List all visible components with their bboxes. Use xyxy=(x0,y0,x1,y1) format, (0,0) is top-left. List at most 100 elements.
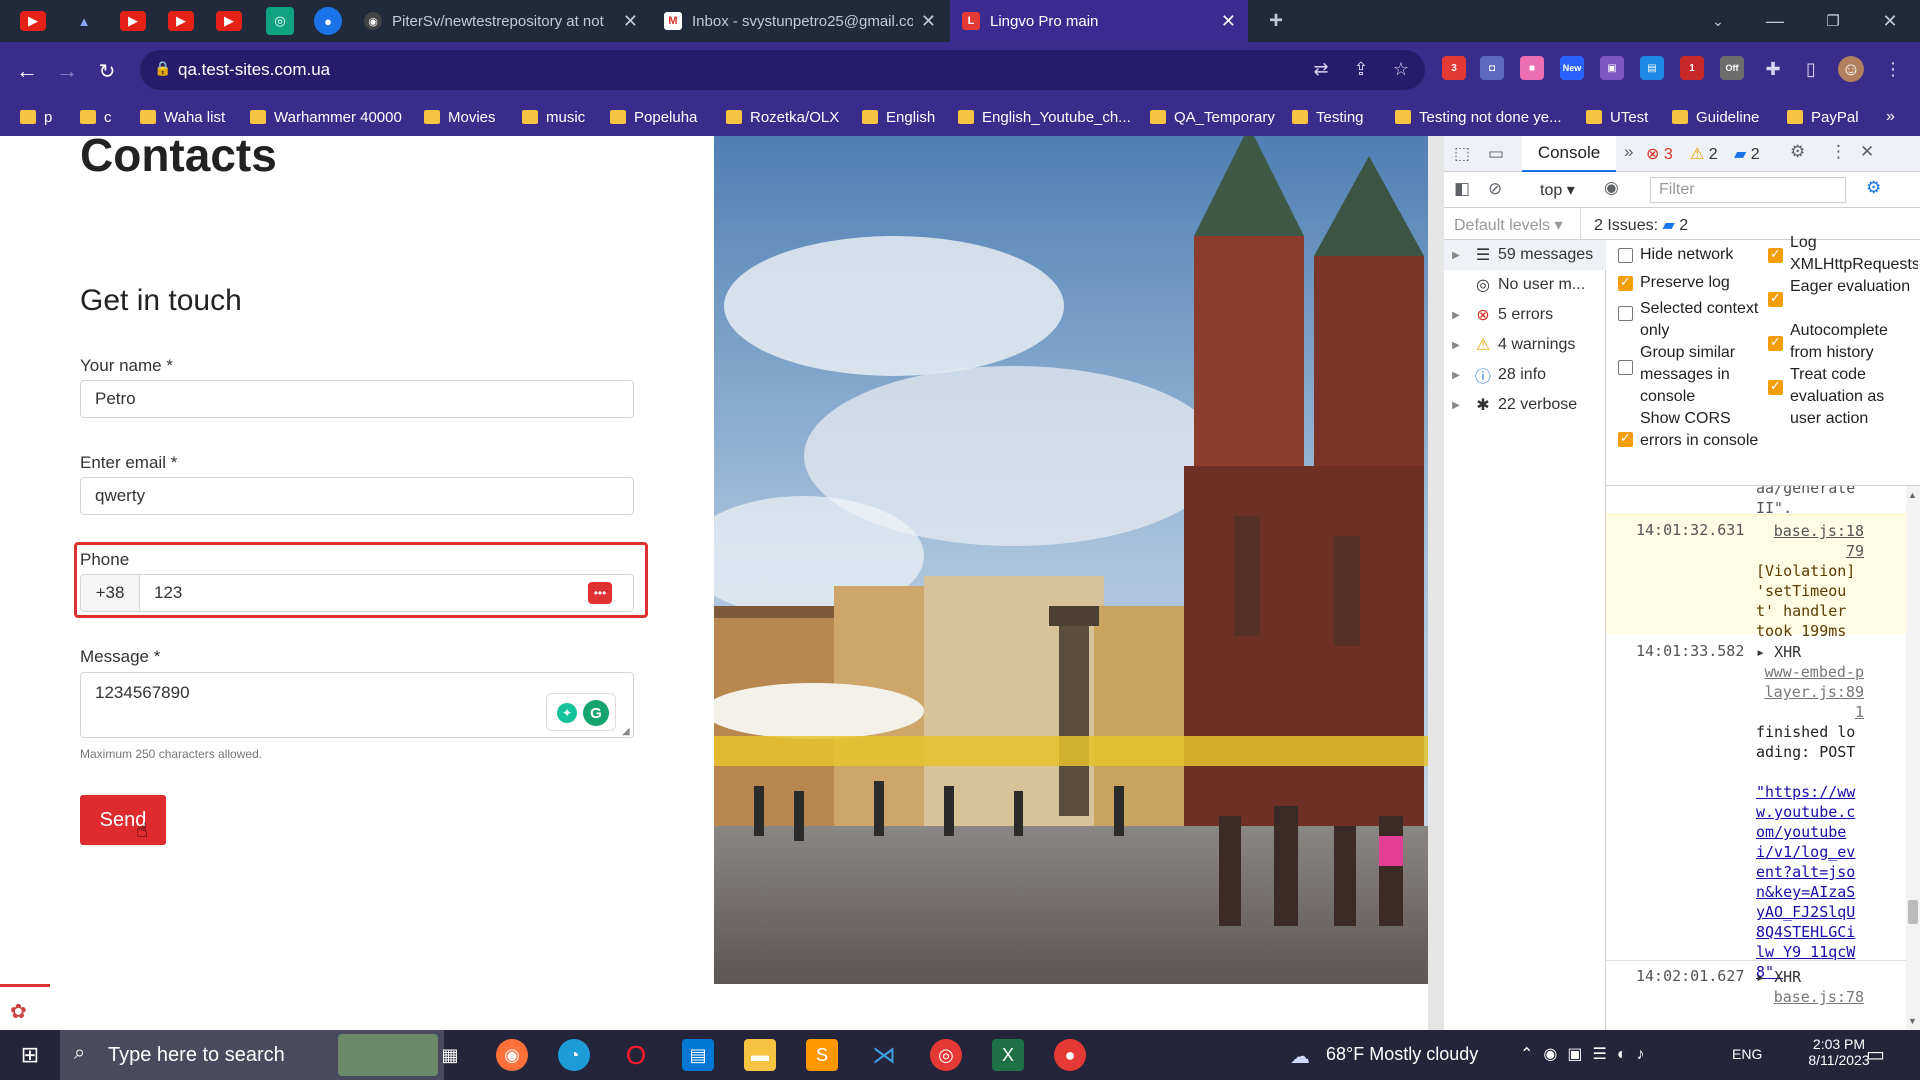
default-levels-dropdown[interactable]: Default levels ▾ xyxy=(1454,215,1563,235)
extension-new-icon[interactable]: New xyxy=(1560,56,1584,80)
widget-icon[interactable]: ✿ xyxy=(10,999,27,1024)
share-icon[interactable]: ⇪ xyxy=(1348,56,1374,82)
error-badge[interactable]: ⊗ 3 xyxy=(1646,144,1673,164)
sidebar-item-messages[interactable]: ▶ ☰ 59 messages xyxy=(1444,240,1606,270)
record-icon[interactable]: ● xyxy=(1054,1039,1086,1071)
eye-icon[interactable]: ◉ xyxy=(1604,178,1619,198)
extension-picture-icon[interactable]: ▣ xyxy=(1600,56,1624,80)
window-close-button[interactable]: ✕ xyxy=(1862,0,1918,42)
close-icon[interactable]: ✕ xyxy=(623,11,638,32)
taskbar-search[interactable]: ⌕ Type here to search xyxy=(60,1030,444,1080)
new-tab-button[interactable]: + xyxy=(1262,7,1290,35)
bookmark-folder[interactable]: p xyxy=(20,98,52,136)
filter-input[interactable]: Filter xyxy=(1650,177,1846,203)
windows-start-icon[interactable]: ⊞ xyxy=(14,1039,46,1071)
feedback-widget[interactable]: ✿ xyxy=(0,984,50,1030)
bookmark-folder[interactable]: English_Youtube_ch... xyxy=(958,98,1131,136)
email-input[interactable]: qwerty xyxy=(80,477,634,515)
sidebar-item-user-messages[interactable]: ◎ No user m... xyxy=(1444,270,1606,300)
console-scrollbar[interactable]: ▲ ▼ xyxy=(1906,486,1920,1030)
translate-icon[interactable]: ⇄ xyxy=(1308,56,1334,82)
bookmark-folder[interactable]: QA_Temporary xyxy=(1150,98,1275,136)
eager-eval-checkbox[interactable] xyxy=(1768,290,1783,307)
kebab-menu-icon[interactable]: ⋮ xyxy=(1830,142,1847,162)
extension-grid-icon[interactable]: 1 xyxy=(1680,56,1704,80)
log-tag[interactable]: ▸ XHR xyxy=(1756,642,1864,662)
weather-icon[interactable]: ☁ xyxy=(1290,1044,1310,1069)
bookmarks-overflow-icon[interactable]: » xyxy=(1886,98,1895,136)
firefox-icon[interactable]: ◉ xyxy=(496,1039,528,1071)
inspect-icon[interactable]: ⬚ xyxy=(1454,144,1470,164)
pinned-tab-a[interactable]: ▲ xyxy=(70,7,98,35)
omnibox[interactable]: 🔒 qa.test-sites.com.ua xyxy=(140,50,1425,90)
console-settings-icon[interactable]: ⚙ xyxy=(1866,178,1881,198)
notifications-icon[interactable]: ▭ xyxy=(1866,1042,1885,1067)
tab-github[interactable]: ◉ PiterSv/newtestrepository at not ✕ xyxy=(352,0,650,42)
lightbulb-icon[interactable]: ✦ xyxy=(557,703,577,723)
system-tray-icons[interactable]: ⌃◉▣☰◐♪ xyxy=(1520,1044,1655,1064)
task-view-icon[interactable]: ▦ xyxy=(434,1039,466,1071)
sidebar-item-verbose[interactable]: ▶ ✱ 22 verbose xyxy=(1444,390,1606,420)
close-icon[interactable]: ✕ xyxy=(921,11,936,32)
log-tag[interactable]: ▸ XHR xyxy=(1756,967,1864,987)
group-similar-checkbox[interactable] xyxy=(1618,360,1633,375)
sidepanel-icon[interactable]: ▯ xyxy=(1798,56,1824,82)
hide-network-checkbox[interactable] xyxy=(1618,248,1633,263)
bookmark-folder[interactable]: c xyxy=(80,98,112,136)
sublime-text-icon[interactable]: S xyxy=(806,1039,838,1071)
grammarly-widget[interactable]: ✦ G xyxy=(546,693,616,731)
bookmark-folder[interactable]: music xyxy=(522,98,585,136)
pinned-tab-circle[interactable]: ● xyxy=(314,7,342,35)
language-indicator[interactable]: ENG xyxy=(1732,1046,1762,1062)
menu-icon[interactable]: ⋮ xyxy=(1880,56,1906,82)
tab-gmail[interactable]: M Inbox - svystunpetro25@gmail.co ✕ xyxy=(652,0,948,42)
close-devtools-icon[interactable]: ✕ xyxy=(1860,142,1874,162)
forward-icon[interactable]: → xyxy=(52,56,82,86)
preserve-log-checkbox[interactable] xyxy=(1618,274,1633,291)
device-toolbar-icon[interactable]: ▭ xyxy=(1488,144,1504,164)
back-icon[interactable]: ← xyxy=(12,56,42,86)
bookmark-folder[interactable]: Popeluha xyxy=(610,98,697,136)
bookmark-folder[interactable]: Warhammer 40000 xyxy=(250,98,402,136)
scroll-up-icon[interactable]: ▲ xyxy=(1908,490,1917,500)
sidebar-toggle-icon[interactable]: ◧ xyxy=(1454,179,1470,199)
password-manager-icon[interactable]: ••• xyxy=(588,582,612,604)
sidebar-item-info[interactable]: ▶ ⓘ 28 info xyxy=(1444,360,1606,390)
issues-button[interactable]: 2 Issues: ▰ 2 xyxy=(1594,215,1688,235)
opera-icon[interactable]: O xyxy=(620,1039,652,1071)
grammarly-icon[interactable]: G xyxy=(583,700,609,726)
vscode-icon[interactable]: ⋊ xyxy=(868,1039,900,1071)
info-badge[interactable]: ▰ 2 xyxy=(1734,144,1760,164)
bookmark-folder[interactable]: PayPal xyxy=(1787,98,1859,136)
log-source-link[interactable]: base.js:78 xyxy=(1756,987,1864,1007)
treat-code-eval-checkbox[interactable] xyxy=(1768,378,1783,395)
log-url-link[interactable]: "https://www.youtube.com/youtubei/v1/log… xyxy=(1756,782,1864,982)
avatar[interactable]: ☺ xyxy=(1838,56,1864,82)
phone-input[interactable]: 123 xyxy=(139,574,634,612)
restore-button[interactable]: ❐ xyxy=(1805,0,1861,42)
extension-off-icon[interactable]: Off xyxy=(1720,56,1744,80)
send-button[interactable]: Send xyxy=(80,795,166,845)
bookmark-folder[interactable]: English xyxy=(862,98,935,136)
store-icon[interactable]: ▤ xyxy=(682,1039,714,1071)
autocomplete-checkbox[interactable] xyxy=(1768,334,1783,351)
bookmark-folder[interactable]: Rozetka/OLX xyxy=(726,98,839,136)
chrome-icon[interactable]: ◎ xyxy=(930,1039,962,1071)
extension-adblock-icon[interactable]: 3 xyxy=(1442,56,1466,80)
selected-context-checkbox[interactable] xyxy=(1618,306,1633,321)
bookmark-folder[interactable]: Movies xyxy=(424,98,496,136)
scroll-down-icon[interactable]: ▼ xyxy=(1908,1016,1917,1026)
more-tabs-icon[interactable]: » xyxy=(1624,142,1633,162)
close-icon[interactable]: ✕ xyxy=(1221,11,1236,32)
warning-badge[interactable]: ⚠ 2 xyxy=(1690,144,1718,164)
tab-console[interactable]: Console xyxy=(1522,136,1616,172)
file-explorer-icon[interactable]: ▬ xyxy=(744,1039,776,1071)
bookmark-folder[interactable]: Waha list xyxy=(140,98,225,136)
puzzle-icon[interactable]: ✚ xyxy=(1760,56,1786,82)
gear-icon[interactable]: ⚙ xyxy=(1790,142,1805,162)
weather-text[interactable]: 68°F Mostly cloudy xyxy=(1326,1044,1478,1065)
clear-console-icon[interactable]: ⊘ xyxy=(1488,179,1502,199)
pinned-tab-chatgpt[interactable]: ◎ xyxy=(266,7,294,35)
pinned-tab-youtube-3[interactable]: ▶ xyxy=(168,11,194,31)
show-cors-checkbox[interactable] xyxy=(1618,430,1633,447)
